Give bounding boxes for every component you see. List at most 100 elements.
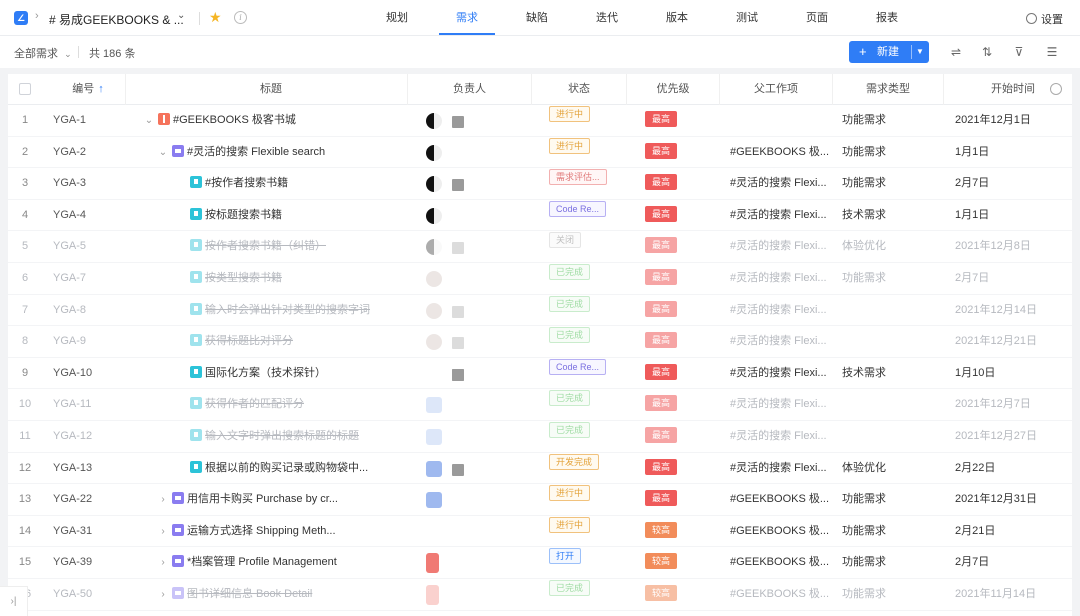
item-title[interactable]: #GEEKBOOKS 极客书城 — [173, 114, 296, 126]
item-title-cell[interactable]: › 图书详细信息 Book Detail — [138, 579, 408, 610]
status-badge[interactable]: 打开 — [549, 548, 582, 565]
status-cell[interactable]: 开发完成 — [540, 453, 626, 484]
parent-item-link[interactable]: #灵活的搜索 Flexi... — [730, 295, 836, 326]
adjust-icon[interactable]: ⇌ — [948, 45, 964, 59]
parent-item-link[interactable]: #灵活的搜索 Flexi... — [730, 421, 836, 452]
priority-cell[interactable]: 最高 — [636, 231, 716, 262]
priority-badge[interactable]: 最高 — [645, 111, 678, 127]
expand-toggle-icon[interactable]: ⌄ — [144, 105, 154, 136]
nav-tab[interactable]: 页面 — [789, 0, 845, 36]
owner-cell[interactable] — [416, 453, 531, 484]
owner-cell[interactable] — [416, 326, 531, 357]
item-code[interactable]: YGA-11 — [53, 389, 123, 420]
parent-item-link[interactable]: #GEEKBOOKS 极... — [730, 484, 836, 515]
app-logo-icon[interactable]: ∠ — [14, 11, 28, 25]
priority-badge[interactable]: 最高 — [645, 300, 678, 317]
item-title[interactable]: 运输方式选择 Shipping Meth... — [187, 525, 336, 537]
item-code[interactable]: YGA-50 — [53, 579, 123, 610]
column-header-status[interactable]: 状态 — [532, 74, 626, 105]
priority-badge[interactable]: 最高 — [645, 142, 678, 159]
parent-item-link[interactable]: #灵活的搜索 Flexi... — [730, 168, 836, 199]
parent-item-link[interactable]: #GEEKBOOKS 极... — [730, 516, 836, 547]
item-code[interactable]: YGA-9 — [53, 326, 123, 357]
priority-badge[interactable]: 最高 — [645, 205, 678, 222]
priority-badge[interactable]: 最高 — [645, 269, 678, 285]
star-icon[interactable]: ★ — [209, 9, 222, 26]
sort-icon[interactable]: ⇅ — [979, 45, 995, 59]
item-title[interactable]: 按类型搜索书籍 — [205, 272, 282, 284]
status-badge[interactable]: 需求评估... — [549, 169, 607, 186]
priority-badge[interactable]: 最高 — [645, 174, 678, 191]
status-badge[interactable]: Code Re... — [549, 200, 607, 217]
priority-cell[interactable]: 最高 — [636, 389, 716, 420]
priority-badge[interactable]: 最高 — [645, 458, 678, 475]
table-row[interactable]: 2 YGA-2 ⌄ #灵活的搜索 Flexible search 进行中 最高 #GEEKB… — [8, 137, 1072, 169]
owner-cell[interactable] — [416, 547, 531, 578]
item-title[interactable]: *档案管理 Profile Management — [187, 556, 337, 568]
parent-item-link[interactable]: #GEEKBOOKS 极... — [730, 547, 836, 578]
item-title[interactable]: 按标题搜索书籍 — [205, 209, 282, 221]
status-cell[interactable]: 已完成 — [540, 326, 626, 357]
table-row[interactable]: 3 YGA-3 #按作者搜索书籍 需求评估... 最高 #灵活的搜索 Flexi... 功能… — [8, 168, 1072, 200]
status-badge[interactable]: 已完成 — [549, 264, 591, 280]
status-cell[interactable]: 已完成 — [540, 295, 626, 326]
item-code[interactable]: YGA-12 — [53, 421, 123, 452]
expand-toggle-icon[interactable]: › — [158, 516, 168, 547]
view-filter-dropdown[interactable]: 全部需求 ⌄ — [14, 45, 72, 61]
status-badge[interactable]: 已完成 — [549, 580, 591, 596]
expand-toggle-icon[interactable]: ⌄ — [158, 137, 168, 168]
owner-cell[interactable] — [416, 421, 531, 452]
item-title-cell[interactable]: 国际化方案（技术探针） — [138, 358, 408, 389]
item-title[interactable]: #按作者搜索书籍 — [205, 177, 288, 189]
owner-cell[interactable] — [416, 358, 531, 389]
item-title-cell[interactable]: 按类型搜索书籍 — [138, 263, 408, 294]
owner-cell[interactable] — [416, 231, 531, 262]
item-title-cell[interactable]: 按作者搜索书籍（纠错） — [138, 231, 408, 262]
status-cell[interactable]: 进行中 — [540, 516, 626, 547]
status-cell[interactable]: 进行中 — [540, 105, 626, 136]
status-badge[interactable]: 已完成 — [549, 390, 591, 407]
item-code[interactable]: YGA-8 — [53, 295, 123, 326]
priority-cell[interactable]: 最高 — [636, 358, 716, 389]
item-code[interactable]: YGA-7 — [53, 263, 123, 294]
priority-cell[interactable]: 最高 — [636, 168, 716, 199]
status-cell[interactable]: 打开 — [540, 547, 626, 578]
status-badge[interactable]: 已完成 — [549, 295, 591, 312]
table-row[interactable]: 11 YGA-12 输入文字时弹出搜索标题的标题 已完成 最高 #灵活的搜索 Flexi.… — [8, 421, 1072, 453]
status-cell[interactable]: 已完成 — [540, 263, 626, 294]
select-all-checkbox[interactable] — [19, 83, 31, 95]
status-cell[interactable]: 进行中 — [540, 484, 626, 515]
table-row[interactable]: 1 YGA-1 ⌄ #GEEKBOOKS 极客书城 进行中 最高 功能需求 2021年12月1… — [8, 105, 1072, 137]
item-title[interactable]: 获得标题比对评分 — [205, 335, 293, 347]
item-title-cell[interactable]: › *档案管理 Profile Management — [138, 547, 408, 578]
priority-cell[interactable]: 最高 — [636, 453, 716, 484]
table-row[interactable]: 7 YGA-8 输入时会弹出针对类型的搜索字词 已完成 最高 #灵活的搜索 Flexi..… — [8, 295, 1072, 327]
item-title[interactable]: 按作者搜索书籍（纠错） — [205, 240, 326, 252]
status-cell[interactable]: 已完成 — [540, 421, 626, 452]
nav-tab[interactable]: 缺陷 — [509, 0, 565, 36]
chevron-down-icon[interactable]: ⌄ — [177, 10, 185, 21]
status-cell[interactable]: 需求评估... — [540, 168, 626, 199]
table-row[interactable]: 12 YGA-13 根据以前的购买记录或购物袋中... 开发完成 最高 #灵活的搜索 Fl… — [8, 453, 1072, 485]
status-cell[interactable]: 已完成 — [540, 389, 626, 420]
status-badge[interactable]: 进行中 — [549, 516, 591, 533]
item-code[interactable]: YGA-4 — [53, 200, 123, 231]
status-cell[interactable]: 已完成 — [540, 579, 626, 610]
owner-cell[interactable] — [416, 389, 531, 420]
table-row[interactable]: 16YGA-50›图书详细信息 Book Detail已完成较高#GEEKBOO… — [8, 579, 1072, 611]
parent-item-link[interactable] — [730, 105, 836, 136]
item-code[interactable]: YGA-13 — [53, 453, 123, 484]
status-cell[interactable]: Code Re... — [540, 200, 626, 231]
item-title-cell[interactable]: #按作者搜索书籍 — [138, 168, 408, 199]
status-badge[interactable]: 开发完成 — [549, 453, 600, 470]
owner-cell[interactable] — [416, 579, 531, 610]
priority-cell[interactable]: 最高 — [636, 200, 716, 231]
project-title[interactable]: # 易成GEEKBOOKS & ... — [49, 11, 184, 28]
nav-tab[interactable]: 需求 — [439, 0, 495, 36]
status-badge[interactable]: 已完成 — [549, 422, 591, 438]
owner-cell[interactable] — [416, 516, 531, 547]
owner-cell[interactable] — [416, 168, 531, 199]
item-title-cell[interactable]: ⌄ #灵活的搜索 Flexible search — [138, 137, 408, 168]
parent-item-link[interactable]: #灵活的搜索 Flexi... — [730, 200, 836, 231]
item-code[interactable]: YGA-3 — [53, 168, 123, 199]
